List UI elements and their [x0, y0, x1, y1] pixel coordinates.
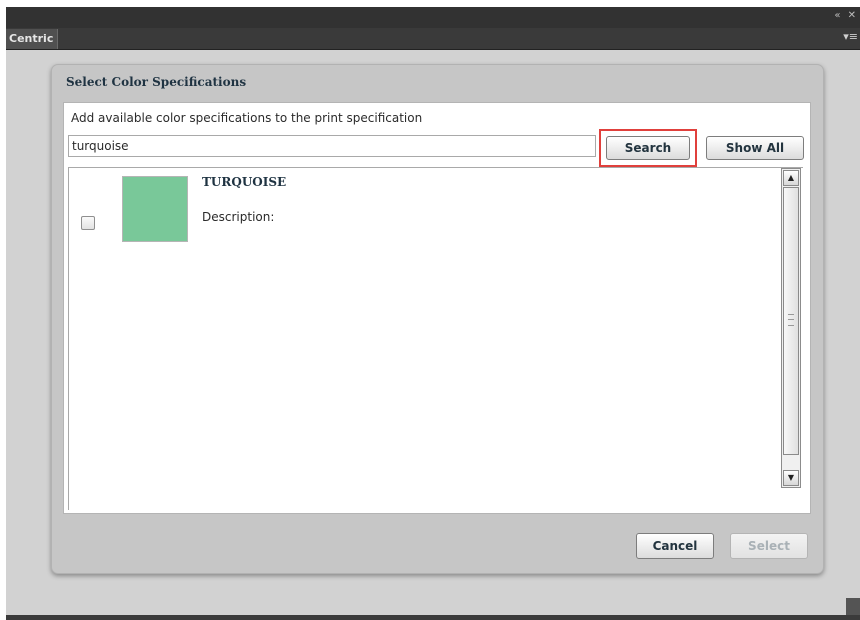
- dialog-title: Select Color Specifications: [66, 75, 247, 89]
- dialog-content: Add available color specifications to th…: [63, 102, 811, 514]
- color-name: TURQUOISE: [202, 175, 287, 189]
- color-swatch: [122, 176, 188, 242]
- grip-icon: [788, 314, 794, 326]
- results-scrollbar[interactable]: ▲ ▼: [781, 168, 801, 488]
- search-input[interactable]: [68, 135, 596, 157]
- collapse-close-icon[interactable]: « ✕: [834, 10, 858, 21]
- description-label: Description:: [202, 210, 275, 224]
- results-list: TURQUOISE Description: ▲ ▼: [68, 167, 803, 510]
- scroll-down-icon[interactable]: ▼: [783, 470, 799, 486]
- result-checkbox[interactable]: [81, 216, 95, 230]
- cancel-button[interactable]: Cancel: [636, 533, 714, 559]
- dialog-subtitle: Add available color specifications to th…: [71, 111, 423, 125]
- select-color-specifications-dialog: Select Color Specifications Add availabl…: [51, 64, 824, 574]
- bottom-strip: [6, 615, 860, 620]
- scrollbar-thumb[interactable]: [783, 187, 799, 455]
- resize-grip-icon[interactable]: [846, 598, 860, 615]
- panel-tab-bar: Centric 8 ▾≡: [6, 28, 860, 65]
- select-button[interactable]: Select: [730, 533, 808, 559]
- panel-header-bar: « ✕: [6, 7, 860, 29]
- search-button[interactable]: Search: [606, 136, 690, 160]
- panel-menu-icon[interactable]: ▾≡: [843, 30, 858, 43]
- show-all-button[interactable]: Show All: [706, 136, 804, 160]
- tab-centric-8[interactable]: Centric 8: [6, 29, 58, 65]
- scroll-up-icon[interactable]: ▲: [783, 170, 799, 186]
